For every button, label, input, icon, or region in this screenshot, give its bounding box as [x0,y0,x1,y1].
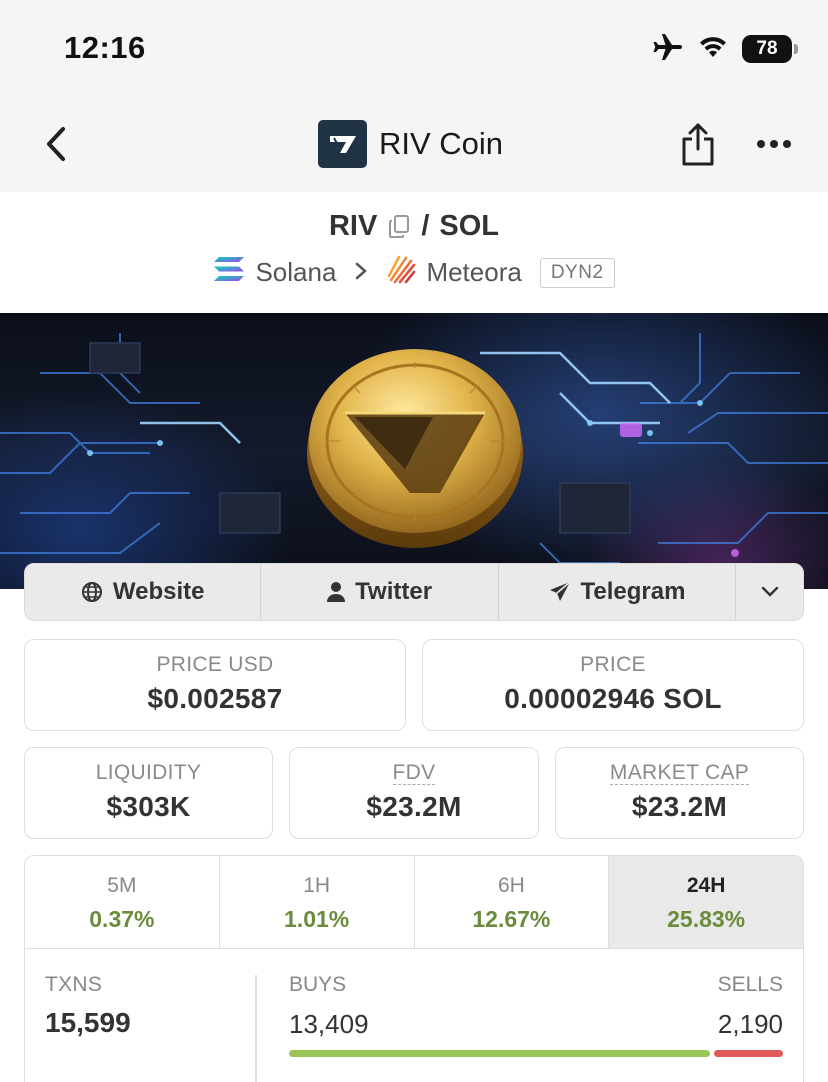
buys-sells: BUYS SELLS 13,409 2,190 [289,973,783,1057]
txns-total: TXNS 15,599 [45,973,131,1039]
quote-token: SOL [439,210,500,242]
battery-indicator: 78 [742,35,798,63]
timeframe-tabs: 5M 0.37% 1H 1.01% 6H 12.67% 24H 25.83% [25,856,803,949]
more-links-dropdown[interactable] [736,564,803,620]
chevron-left-icon [47,127,65,161]
back-button[interactable] [36,122,76,166]
twitter-button[interactable]: Twitter [261,564,499,620]
tab-label: 1H [303,874,331,897]
timeframe-stats-panel: 5M 0.37% 1H 1.01% 6H 12.67% 24H 25.83% T… [24,855,804,1082]
share-button[interactable] [676,120,720,168]
telegram-label: Telegram [580,578,686,605]
price-native-label: PRICE [580,653,646,676]
pair-separator: / [421,210,430,242]
ellipsis-icon [757,140,791,148]
price-usd-value: $0.002587 [147,683,283,714]
meteora-icon [386,254,416,291]
tab-5m[interactable]: 5M 0.37% [25,856,220,948]
nav-title: RIV Coin [318,120,503,168]
social-links-bar: Website Twitter Telegram [24,563,804,621]
tab-1h[interactable]: 1H 1.01% [220,856,415,948]
fdv-value: $23.2M [366,791,462,822]
buys-label: BUYS [289,973,347,996]
chain-link[interactable]: Solana [255,257,336,288]
twitter-label: Twitter [355,578,433,605]
market-cap-card[interactable]: MARKET CAP $23.2M [555,747,804,839]
buys-sells-bar [289,1050,783,1057]
price-native-value: 0.00002946 SOL [504,683,722,714]
telegram-button[interactable]: Telegram [499,564,737,620]
chevron-down-icon [761,586,778,597]
price-change: 12.67% [472,906,551,932]
copy-icon[interactable] [387,214,411,239]
website-button[interactable]: Website [25,564,262,620]
pair-title: RIV / SOL [0,210,828,243]
website-label: Website [112,578,205,605]
buys-value: 13,409 [289,1009,369,1039]
sells-label: SELLS [717,973,783,996]
dex-version-badge: DYN2 [539,257,615,288]
more-button[interactable] [752,126,796,162]
chevron-right-icon [354,260,368,286]
token-logo [318,120,367,168]
share-icon [682,123,714,166]
buys-bar [289,1050,710,1057]
status-time: 12:16 [64,30,146,65]
token-banner-image [0,313,828,589]
market-cap-label: MARKET CAP [609,761,750,785]
status-bar: 12:16 78 [0,0,828,96]
price-native-card: PRICE 0.00002946 SOL [422,639,804,731]
fdv-card[interactable]: FDV $23.2M [289,747,539,839]
airplane-icon [652,33,684,66]
txns-row: TXNS 15,599 BUYS SELLS 13,409 2,190 [25,949,803,1082]
globe-icon [81,582,102,602]
nav-bar: RIV Coin [0,96,828,192]
dex-link[interactable]: Meteora [426,257,521,288]
divider [255,975,257,1082]
txns-value: 15,599 [45,1007,131,1038]
tab-label: 5M [107,874,137,897]
price-change: 25.83% [667,906,746,932]
liquidity-label: LIQUIDITY [95,761,202,784]
price-usd-card: PRICE USD $0.002587 [24,639,406,731]
price-change: 1.01% [284,906,350,932]
tab-6h[interactable]: 6H 12.67% [415,856,610,948]
txns-label: TXNS [45,973,103,996]
chain-row: Solana Meteora DYN2 [0,254,828,291]
liquidity-value: $303K [106,791,191,822]
tab-24h[interactable]: 24H 25.83% [609,856,803,948]
paper-plane-icon [549,581,571,601]
tab-label: 24H [686,874,726,897]
status-icons: 78 [652,32,798,66]
sells-bar [714,1050,783,1057]
fdv-label: FDV [392,761,436,785]
wifi-icon [698,35,728,64]
price-usd-label: PRICE USD [156,653,274,676]
page-title: RIV Coin [379,126,504,161]
market-cap-value: $23.2M [631,791,728,822]
tab-label: 6H [497,874,525,897]
user-icon [327,582,346,602]
base-token: RIV [328,210,378,242]
price-change: 0.37% [89,906,155,932]
liquidity-card: LIQUIDITY $303K [24,747,273,839]
solana-icon [213,256,245,289]
sells-value: 2,190 [717,1009,783,1039]
